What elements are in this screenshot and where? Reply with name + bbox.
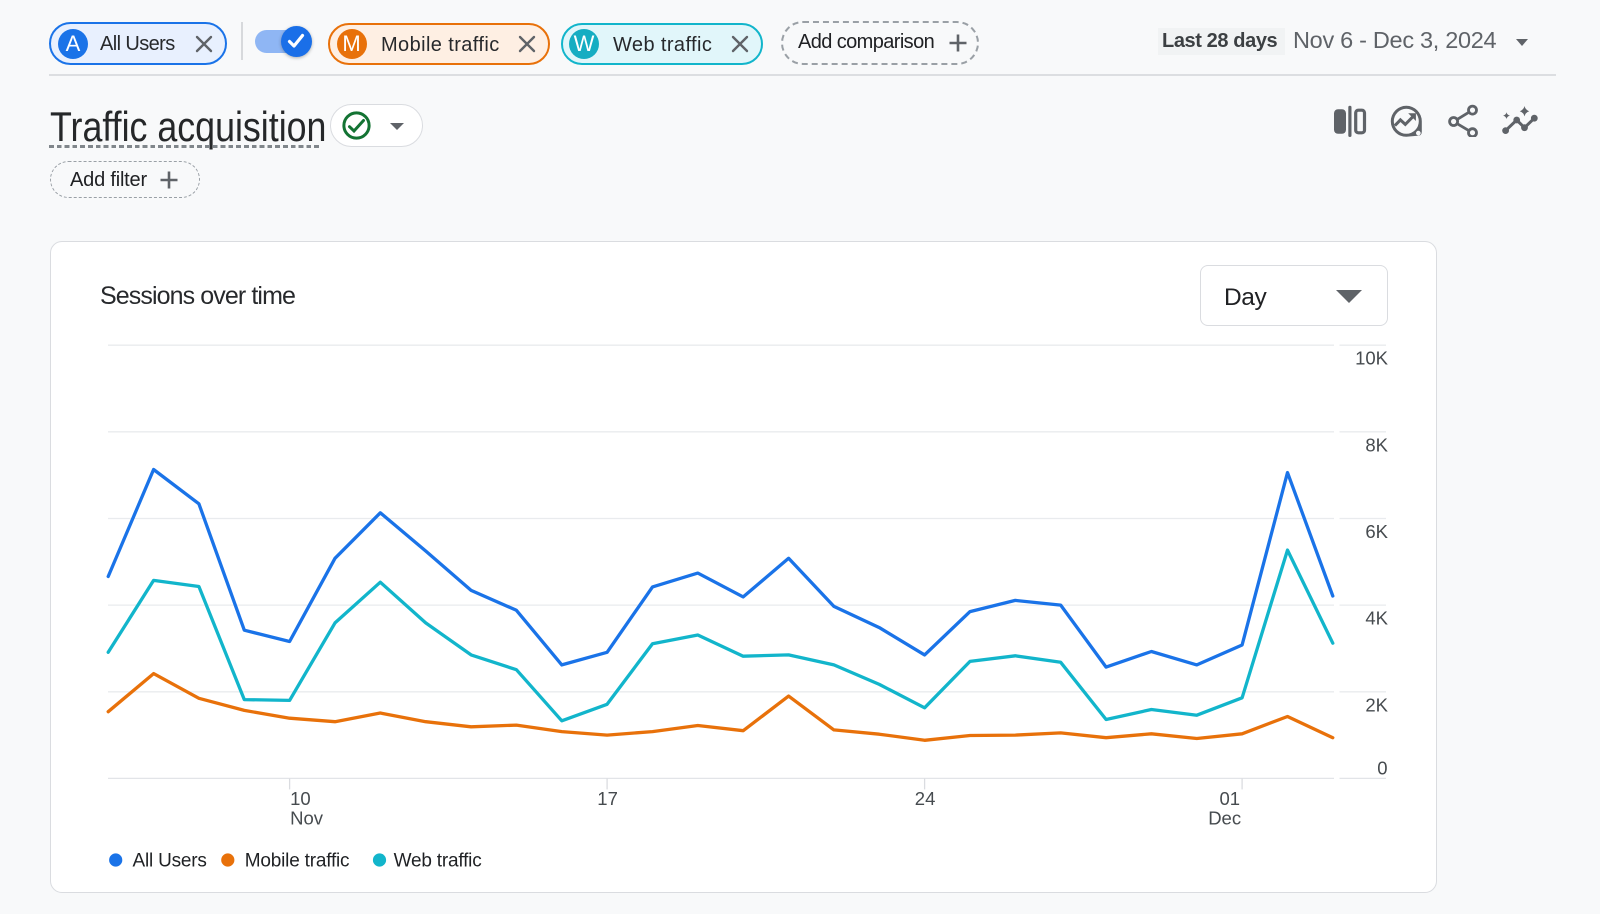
svg-text:Nov: Nov <box>290 808 324 829</box>
svg-text:Dec: Dec <box>1208 808 1241 829</box>
svg-text:Mobile traffic: Mobile traffic <box>245 851 350 872</box>
svg-text:All Users: All Users <box>133 851 207 872</box>
svg-text:8K: 8K <box>1365 434 1388 455</box>
svg-text:2K: 2K <box>1365 694 1388 715</box>
svg-text:Web traffic: Web traffic <box>394 851 482 872</box>
svg-text:10: 10 <box>290 788 311 809</box>
svg-text:4K: 4K <box>1365 608 1388 629</box>
svg-text:10K: 10K <box>1355 348 1389 369</box>
svg-text:6K: 6K <box>1365 521 1388 542</box>
svg-text:01: 01 <box>1220 788 1241 809</box>
svg-text:24: 24 <box>915 788 936 809</box>
svg-text:0: 0 <box>1377 757 1387 778</box>
svg-text:17: 17 <box>597 788 618 809</box>
